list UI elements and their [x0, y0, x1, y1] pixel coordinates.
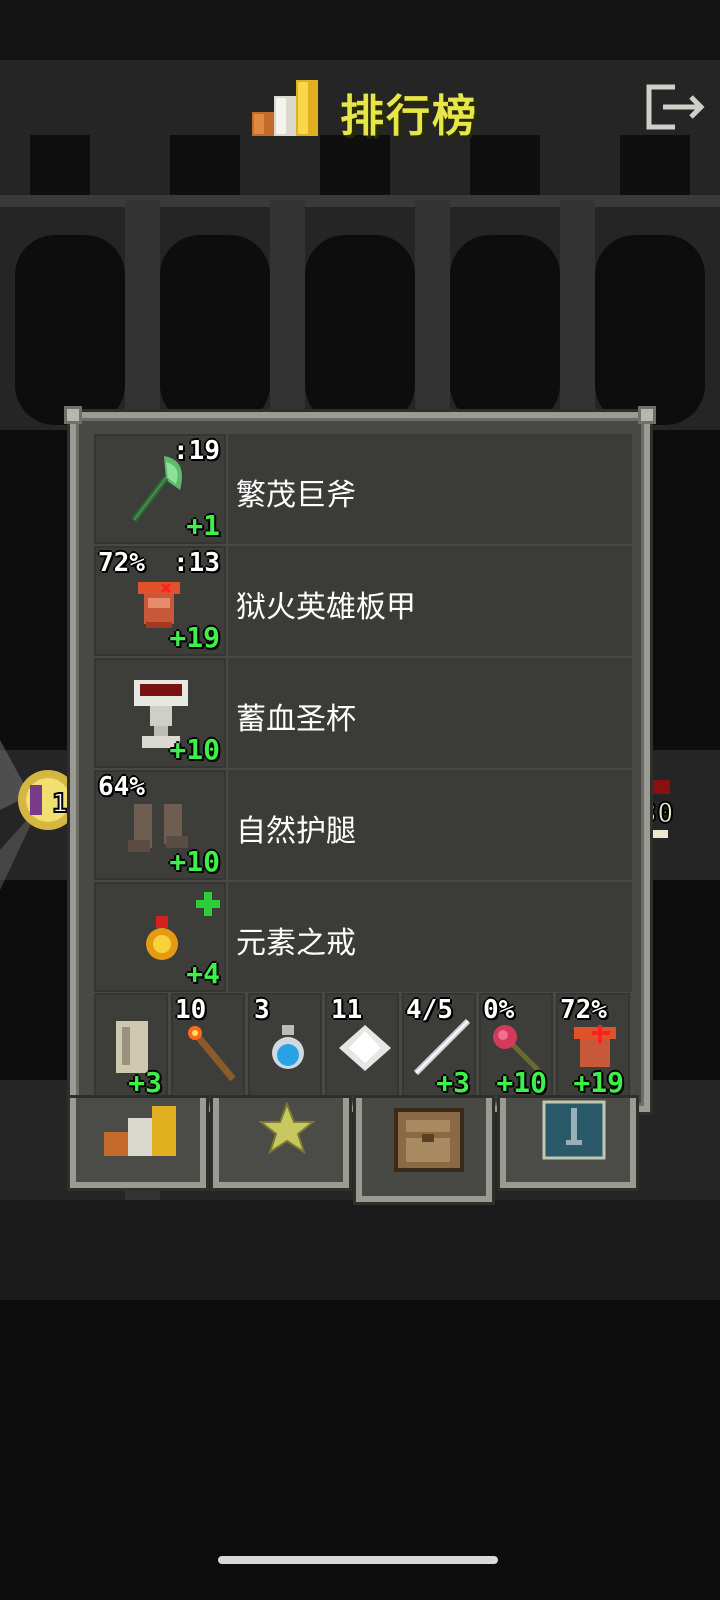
item-upgrade: +19: [169, 621, 220, 654]
panel-corner: [64, 406, 82, 424]
quickslot-plus: +3: [436, 1066, 470, 1099]
item-name: 狱火英雄板甲: [236, 590, 416, 625]
ring-icon: [146, 916, 178, 960]
quickslot-plus: +19: [573, 1066, 624, 1099]
item-name: 元素之戒: [236, 926, 356, 961]
item-level: :13: [173, 548, 220, 578]
podium-tab-icon: [104, 1106, 176, 1156]
header-bar: 排行榜: [0, 62, 720, 152]
podium-icon: [252, 80, 318, 136]
quickslot-bar: +3 10 3 11 4/5 +3 0% +10 72% +19: [94, 993, 634, 1103]
equipment-row-weapon[interactable]: :19 +1 繁茂巨斧: [94, 434, 634, 546]
item-name: 繁茂巨斧: [236, 478, 356, 513]
item-level: :19: [173, 436, 220, 466]
item-percent: 72%: [98, 548, 145, 578]
armor-slot[interactable]: 72% :13 +19: [94, 546, 226, 656]
equipment-row-armor[interactable]: 72% :13 +19 狱火英雄板甲: [94, 546, 634, 658]
exit-icon: [646, 84, 705, 130]
backpack-icon: [394, 1108, 464, 1172]
item-upgrade: +10: [169, 733, 220, 766]
equipment-list: :19 +1 繁茂巨斧 72% :13 +19 狱火英雄板甲 +10 蓄血圣杯 …: [94, 434, 634, 994]
item-upgrade: +10: [169, 845, 220, 878]
item-name: 自然护腿: [236, 814, 356, 849]
star-icon: [259, 1102, 315, 1154]
quickslot-count: 3: [254, 995, 270, 1025]
quickslot[interactable]: +3: [94, 993, 168, 1101]
quickslot[interactable]: 72% +19: [556, 993, 630, 1101]
weapon-slot[interactable]: :19 +1: [94, 434, 226, 544]
left-rank-badge: 1: [0, 740, 78, 890]
quickslot-plus: +3: [128, 1066, 162, 1099]
ring-slot[interactable]: +4: [94, 882, 226, 992]
item-name: 蓄血圣杯: [236, 702, 356, 737]
quickslot-percent: 72%: [560, 995, 607, 1025]
torch-wand-icon: [188, 1026, 236, 1082]
hero-info-panel: :19 +1 繁茂巨斧 72% :13 +19 狱火英雄板甲 +10 蓄血圣杯 …: [64, 406, 656, 1112]
quickslot[interactable]: 10: [171, 993, 245, 1101]
potion-icon: [272, 1025, 304, 1069]
artifact-slot[interactable]: +10: [94, 658, 226, 768]
tab-badges[interactable]: [213, 1098, 349, 1188]
exit-button[interactable]: [645, 82, 705, 132]
quickslot-count: 11: [331, 995, 363, 1025]
equipment-row-artifact[interactable]: +10 蓄血圣杯: [94, 658, 634, 770]
item-percent: 64%: [98, 772, 145, 802]
item-upgrade: +1: [186, 509, 220, 542]
tab-bar: [70, 1098, 650, 1208]
tab-items[interactable]: [356, 1098, 492, 1202]
crystal-icon: [339, 1025, 391, 1071]
green-cross-icon: [196, 892, 220, 916]
equipment-row-misc[interactable]: 64% +10 自然护腿: [94, 770, 634, 882]
quickslot-plus: +10: [496, 1066, 547, 1099]
page-title: 排行榜: [340, 91, 478, 142]
left-badge-text: 1: [52, 789, 68, 819]
quickslot[interactable]: 0% +10: [479, 993, 553, 1101]
tab-journal[interactable]: [500, 1098, 636, 1188]
quickslot-count: 10: [175, 995, 207, 1025]
home-indicator[interactable]: [218, 1556, 498, 1564]
quickslot[interactable]: 3: [248, 993, 322, 1101]
panel-corner: [638, 406, 656, 424]
quickslot[interactable]: 11: [325, 993, 399, 1101]
item-upgrade: +4: [186, 957, 220, 990]
sword-card-icon: [542, 1100, 606, 1160]
equipment-row-ring[interactable]: +4 元素之戒: [94, 882, 634, 994]
misc-slot[interactable]: 64% +10: [94, 770, 226, 880]
quickslot[interactable]: 4/5 +3: [402, 993, 476, 1101]
tab-stats[interactable]: [70, 1098, 206, 1188]
